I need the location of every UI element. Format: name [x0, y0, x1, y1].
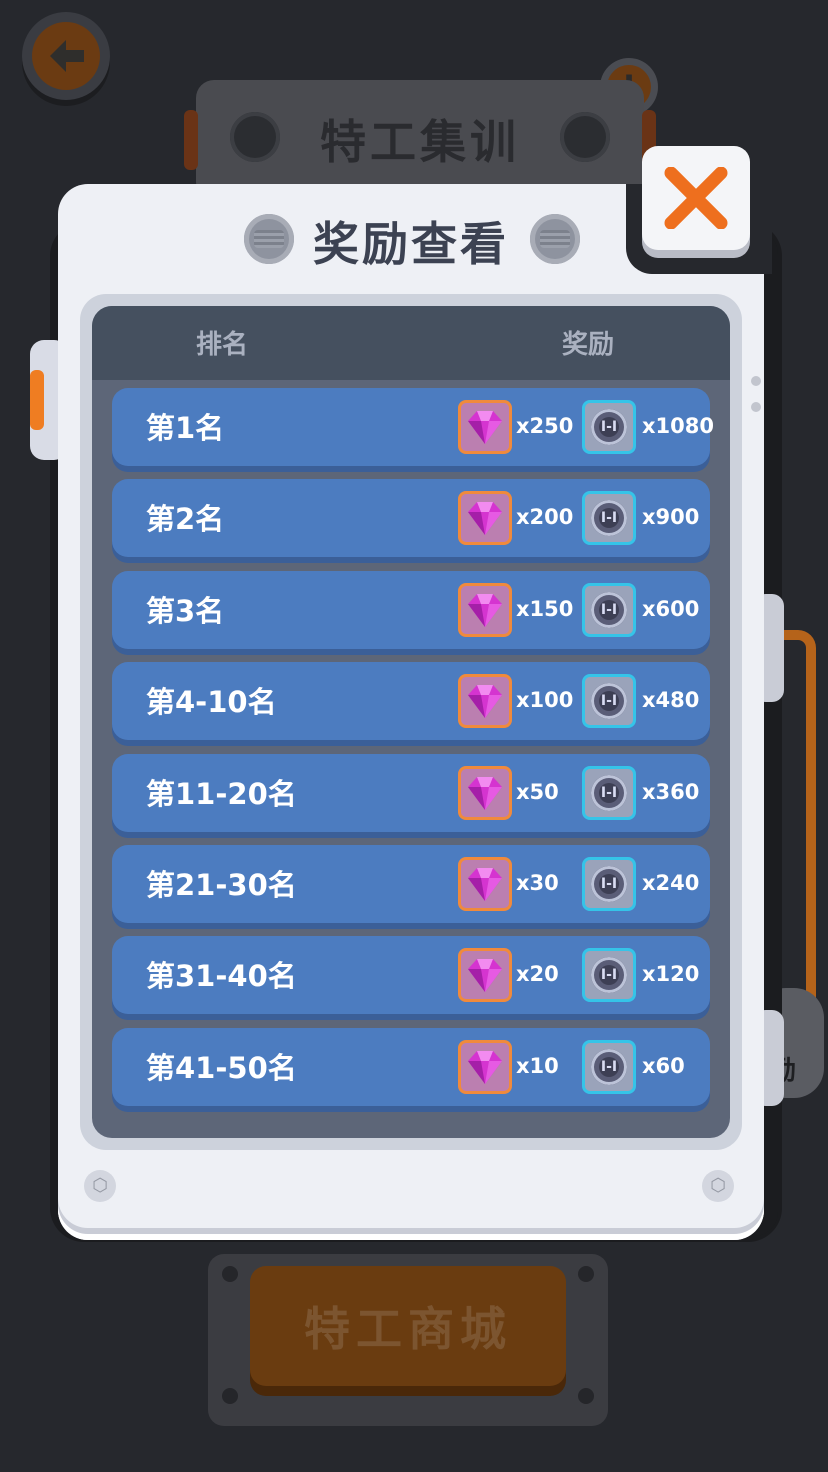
gem-icon [468, 411, 502, 444]
hex-bolt-left: ⬡ [84, 1170, 116, 1202]
back-button[interactable] [22, 12, 110, 100]
gem-icon [468, 777, 502, 810]
coin-icon-box[interactable]: I-I [582, 857, 636, 911]
rank-label: 第1名 [146, 411, 225, 445]
header-reward: 奖励 [562, 330, 615, 360]
token-coin-icon: I-I [591, 957, 627, 993]
reward-row: 第4-10名 x100 I-I x480 [112, 662, 710, 740]
list-header: 排名 奖励 [92, 306, 730, 380]
close-icon [664, 167, 728, 229]
reward-row: 第31-40名 x20 I-I x120 [112, 936, 710, 1014]
gem-quantity: x250 [516, 414, 574, 438]
token-coin-icon: I-I [591, 409, 627, 445]
token-coin-icon: I-I [591, 592, 627, 628]
token-coin-icon: I-I [591, 1049, 627, 1085]
gem-quantity: x20 [516, 962, 559, 986]
token-coin-icon: I-I [591, 775, 627, 811]
gem-quantity: x200 [516, 505, 574, 529]
reward-row: 第1名 x250 I-I x1080 [112, 388, 714, 466]
token-coin-icon: I-I [591, 683, 627, 719]
gem-icon [468, 868, 502, 901]
gem-icon-box[interactable] [458, 491, 512, 545]
agent-shop-label: 特工商城 [304, 1302, 512, 1356]
rank-label: 第41-50名 [146, 1051, 297, 1085]
gem-icon [468, 959, 502, 992]
reward-row: 第2名 x200 I-I x900 [112, 479, 710, 557]
gem-icon [468, 594, 502, 627]
reward-row: 第21-30名 x30 I-I x240 [112, 845, 710, 923]
coin-icon-box[interactable]: I-I [582, 400, 636, 454]
coin-icon-box[interactable]: I-I [582, 948, 636, 1002]
gem-quantity: x30 [516, 871, 559, 895]
gem-icon [468, 502, 502, 535]
gem-quantity: x10 [516, 1054, 559, 1078]
coin-quantity: x240 [642, 871, 700, 895]
close-button[interactable] [642, 146, 750, 250]
shop-plate: 特工商城 [208, 1254, 608, 1426]
gem-icon-box[interactable] [458, 948, 512, 1002]
rank-label: 第3名 [146, 594, 225, 628]
rank-label: 第31-40名 [146, 959, 297, 993]
gem-quantity: x50 [516, 780, 559, 804]
back-arrow-icon [50, 40, 84, 72]
coin-icon-box[interactable]: I-I [582, 1040, 636, 1094]
token-coin-icon: I-I [591, 866, 627, 902]
reward-row: 第41-50名 x10 I-I x60 [112, 1028, 710, 1106]
coin-icon-box[interactable]: I-I [582, 674, 636, 728]
screen-title-plate: 特工集训 [184, 80, 656, 200]
coin-icon-box[interactable]: I-I [582, 491, 636, 545]
coin-icon-box[interactable]: I-I [582, 583, 636, 637]
coin-quantity: x480 [642, 688, 700, 712]
rank-label: 第21-30名 [146, 868, 297, 902]
coin-quantity: x120 [642, 962, 700, 986]
coin-quantity: x60 [642, 1054, 685, 1078]
gem-icon [468, 1051, 502, 1084]
gem-icon-box[interactable] [458, 400, 512, 454]
gem-icon-box[interactable] [458, 1040, 512, 1094]
rank-label: 第11-20名 [146, 777, 297, 811]
reward-row: 第11-20名 x50 I-I x360 [112, 754, 710, 832]
coin-quantity: x360 [642, 780, 700, 804]
rank-label: 第2名 [146, 502, 225, 536]
gem-quantity: x150 [516, 597, 574, 621]
gem-icon-box[interactable] [458, 674, 512, 728]
gem-icon-box[interactable] [458, 766, 512, 820]
coin-quantity: x1080 [642, 414, 714, 438]
gem-icon-box[interactable] [458, 857, 512, 911]
gem-icon [468, 685, 502, 718]
header-rank: 排名 [196, 330, 249, 360]
reward-row: 第3名 x150 I-I x600 [112, 571, 710, 649]
coin-quantity: x900 [642, 505, 700, 529]
screen-title: 特工集训 [320, 115, 520, 169]
agent-shop-button[interactable]: 特工商城 [250, 1266, 566, 1386]
token-coin-icon: I-I [591, 500, 627, 536]
modal-hinge-dots [746, 372, 766, 422]
gem-icon-box[interactable] [458, 583, 512, 637]
coin-quantity: x600 [642, 597, 700, 621]
rank-label: 第4-10名 [146, 685, 277, 719]
coin-icon-box[interactable]: I-I [582, 766, 636, 820]
gem-quantity: x100 [516, 688, 574, 712]
hex-bolt-right: ⬡ [702, 1170, 734, 1202]
